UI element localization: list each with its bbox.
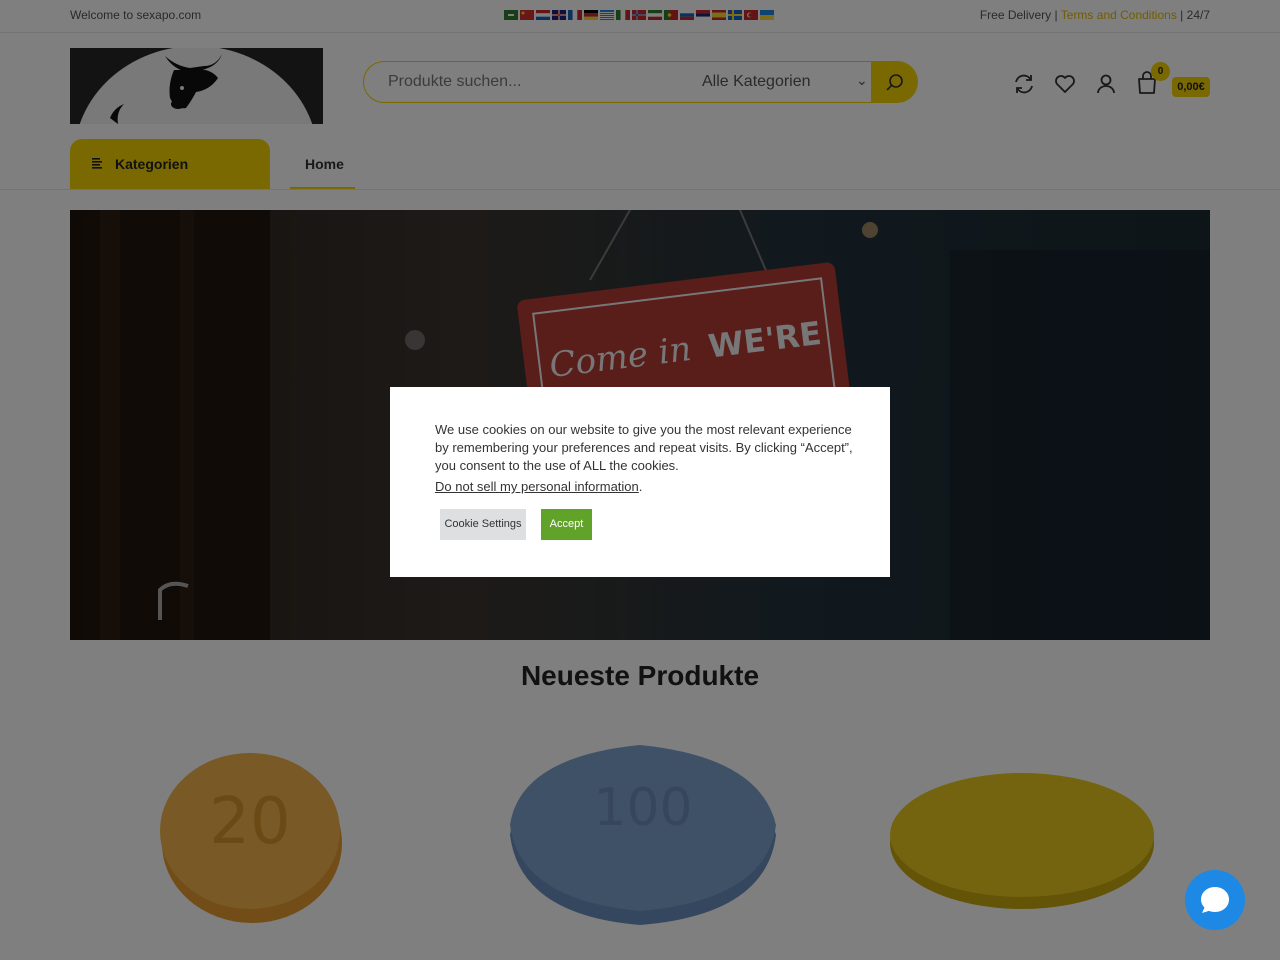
chat-button[interactable] — [1185, 870, 1245, 930]
cookie-message: We use cookies on our website to give yo… — [435, 422, 853, 473]
privacy-suffix: . — [638, 479, 643, 494]
cookie-consent-dialog: We use cookies on our website to give yo… — [390, 387, 890, 577]
cookie-settings-button[interactable]: Cookie Settings — [440, 509, 526, 540]
chat-icon — [1201, 887, 1229, 913]
accept-button[interactable]: Accept — [541, 509, 592, 540]
privacy-link[interactable]: Do not sell my personal information — [435, 479, 639, 494]
privacy-line: Do not sell my personal information. — [435, 479, 642, 494]
